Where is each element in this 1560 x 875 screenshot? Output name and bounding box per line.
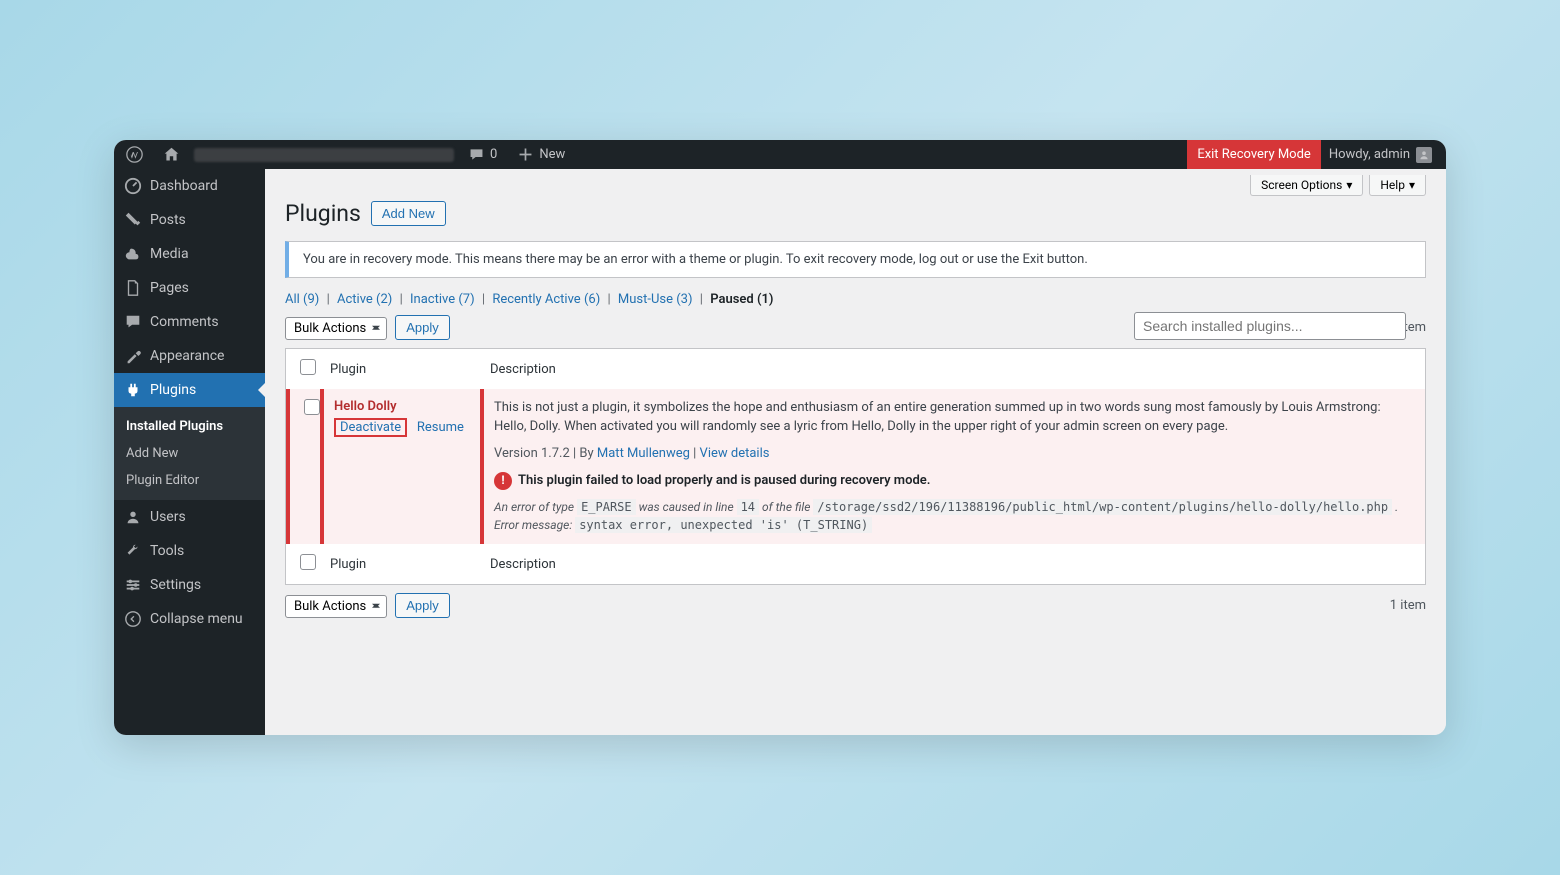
plugin-fail-message: This plugin failed to load properly and …	[518, 472, 930, 491]
filter-must-use[interactable]: Must-Use (3)	[618, 292, 693, 307]
resume-link[interactable]: Resume	[417, 420, 464, 435]
chevron-down-icon: ▾	[1409, 178, 1415, 192]
new-content-button[interactable]: New	[511, 146, 571, 163]
wp-logo[interactable]	[120, 146, 149, 163]
exit-recovery-button[interactable]: Exit Recovery Mode	[1187, 140, 1321, 169]
menu-settings[interactable]: Settings	[114, 568, 265, 602]
collapse-menu[interactable]: Collapse menu	[114, 602, 265, 636]
howdy-account[interactable]: Howdy, admin	[1321, 147, 1440, 163]
screen-options-button[interactable]: Screen Options ▾	[1250, 175, 1363, 196]
menu-plugins[interactable]: Plugins	[114, 373, 265, 407]
plugin-status-filters: All (9) | Active (2) | Inactive (7) | Re…	[285, 292, 1426, 307]
plugin-description: This is not just a plugin, it symbolizes…	[494, 399, 1411, 437]
filter-recently-active[interactable]: Recently Active (6)	[492, 292, 600, 307]
plugin-error-details: An error of type E_PARSE was caused in l…	[494, 498, 1411, 534]
filter-inactive[interactable]: Inactive (7)	[410, 292, 475, 307]
submenu-plugin-editor[interactable]: Plugin Editor	[114, 467, 265, 494]
plugin-name-link[interactable]: Hello Dolly	[334, 399, 397, 414]
column-description-footer: Description	[480, 544, 1425, 584]
wp-admin-window: 0 New Exit Recovery Mode Howdy, admin Da…	[114, 140, 1446, 735]
column-plugin-footer: Plugin	[320, 544, 480, 584]
menu-dashboard[interactable]: Dashboard	[114, 169, 265, 203]
chevron-down-icon: ▾	[1346, 178, 1352, 192]
deactivate-link[interactable]: Deactivate	[340, 420, 401, 435]
filter-active[interactable]: Active (2)	[337, 292, 392, 307]
menu-comments[interactable]: Comments	[114, 305, 265, 339]
menu-pages[interactable]: Pages	[114, 271, 265, 305]
help-button[interactable]: Help ▾	[1369, 175, 1426, 196]
comments-count-value: 0	[490, 147, 497, 162]
select-all-checkbox[interactable]	[300, 359, 316, 375]
submenu-installed-plugins[interactable]: Installed Plugins	[114, 413, 265, 440]
page-title: Plugins	[285, 200, 361, 227]
avatar-icon	[1416, 147, 1432, 163]
admin-sidebar: Dashboard Posts Media Pages Comments App…	[114, 169, 265, 735]
search-plugins-input[interactable]	[1134, 312, 1406, 340]
column-plugin: Plugin	[320, 349, 480, 389]
select-all-checkbox-footer[interactable]	[300, 554, 316, 570]
plugin-meta: Version 1.7.2 | By Matt Mullenweg | View…	[494, 445, 1411, 464]
plugins-table: Plugin Description Hello Dolly Deactivat…	[285, 348, 1426, 585]
plugin-checkbox[interactable]	[304, 399, 320, 415]
plugins-submenu: Installed Plugins Add New Plugin Editor	[114, 407, 265, 500]
apply-button-top[interactable]: Apply	[395, 315, 450, 340]
apply-button-bottom[interactable]: Apply	[395, 593, 450, 618]
bulk-actions-select[interactable]: Bulk Actions	[285, 317, 387, 340]
submenu-add-new[interactable]: Add New	[114, 440, 265, 467]
site-name-blurred	[194, 148, 454, 162]
howdy-text: Howdy, admin	[1329, 147, 1410, 162]
filter-all[interactable]: All (9)	[285, 292, 319, 307]
plugin-row: Hello Dolly Deactivate Resume This is no…	[286, 389, 1425, 544]
menu-users[interactable]: Users	[114, 500, 265, 534]
add-new-plugin-button[interactable]: Add New	[371, 201, 446, 226]
column-description: Description	[480, 349, 1425, 389]
menu-tools[interactable]: Tools	[114, 534, 265, 568]
admin-bar: 0 New Exit Recovery Mode Howdy, admin	[114, 140, 1446, 169]
main-content: Screen Options ▾ Help ▾ Plugins Add New …	[265, 169, 1446, 735]
error-icon: !	[494, 472, 512, 490]
comments-count[interactable]: 0	[462, 146, 503, 163]
plugin-author-link[interactable]: Matt Mullenweg	[597, 446, 690, 461]
site-home-icon[interactable]	[157, 146, 186, 163]
bulk-actions-select-bottom[interactable]: Bulk Actions	[285, 595, 387, 618]
recovery-mode-notice: You are in recovery mode. This means the…	[285, 241, 1426, 278]
view-details-link[interactable]: View details	[700, 446, 770, 461]
item-count-bottom: 1 item	[1390, 598, 1426, 613]
menu-appearance[interactable]: Appearance	[114, 339, 265, 373]
menu-posts[interactable]: Posts	[114, 203, 265, 237]
new-label: New	[539, 147, 565, 162]
menu-media[interactable]: Media	[114, 237, 265, 271]
filter-paused[interactable]: Paused (1)	[710, 292, 773, 307]
